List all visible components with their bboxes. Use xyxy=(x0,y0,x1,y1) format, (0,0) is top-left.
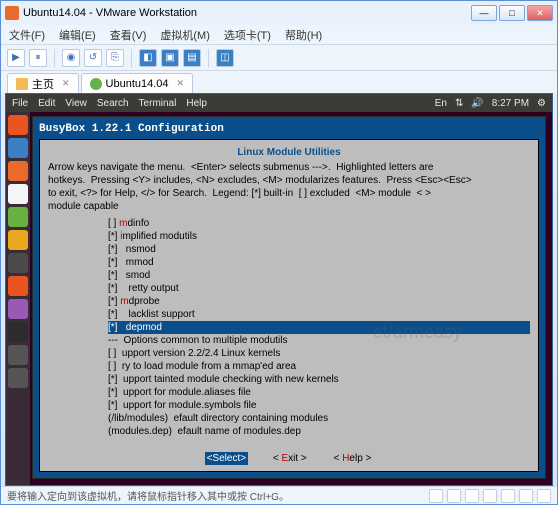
gear-icon[interactable]: ⚙ xyxy=(537,98,546,109)
menu-vm[interactable]: 虚拟机(M) xyxy=(160,27,210,43)
config-item[interactable]: [*] smod xyxy=(108,269,530,282)
launcher-item-9[interactable] xyxy=(8,322,28,342)
launcher-item-1[interactable] xyxy=(8,138,28,158)
unity-icon[interactable]: ◧ xyxy=(139,49,157,67)
thumbnail-icon[interactable]: ◫ xyxy=(216,49,234,67)
tab-label: 主页 xyxy=(32,76,54,92)
config-item[interactable]: [*] mdprobe xyxy=(108,295,530,308)
tab-ubuntu[interactable]: Ubuntu14.04 ✕ xyxy=(81,73,194,93)
device-hdd-icon[interactable] xyxy=(429,489,443,503)
close-button[interactable]: ✕ xyxy=(527,5,553,21)
unity-launcher xyxy=(6,112,30,485)
menu-view[interactable]: 查看(V) xyxy=(110,27,147,43)
snapshot-icon[interactable]: ◉ xyxy=(62,49,80,67)
menu-edit[interactable]: 编辑(E) xyxy=(59,27,96,43)
launcher-item-7[interactable] xyxy=(8,276,28,296)
config-title: BusyBox 1.22.1 Configuration xyxy=(39,123,539,135)
gnome-menu-view[interactable]: View xyxy=(65,98,87,109)
menuconfig-box[interactable]: Linux Module Utilities Arrow keys naviga… xyxy=(39,139,539,472)
close-tab-icon[interactable]: ✕ xyxy=(177,78,185,89)
device-net-icon[interactable] xyxy=(465,489,479,503)
terminal-window: BusyBox 1.22.1 Configuration Linux Modul… xyxy=(32,116,546,479)
config-item[interactable]: [*] upport for module.aliases file xyxy=(108,386,530,399)
launcher-item-6[interactable] xyxy=(8,253,28,273)
config-item[interactable]: [*] upport tainted module checking with … xyxy=(108,373,530,386)
config-item[interactable]: (modules.dep) efault name of modules.dep xyxy=(108,425,530,438)
exit-button[interactable]: < Exit > xyxy=(271,452,309,465)
power-on-icon[interactable]: ▶ xyxy=(7,49,25,67)
close-tab-icon[interactable]: ✕ xyxy=(62,78,70,89)
ubuntu-icon xyxy=(90,78,102,90)
config-item[interactable]: [ ] ry to load module from a mmap'ed are… xyxy=(108,360,530,373)
home-icon xyxy=(16,78,28,90)
app-icon xyxy=(5,6,19,20)
suspend-icon[interactable]: ⏸ xyxy=(29,49,47,67)
config-item[interactable]: [*] upport for module.symbols file xyxy=(108,399,530,412)
menu-help[interactable]: 帮助(H) xyxy=(285,27,322,43)
window-toolbar: ▶ ⏸ ◉ ↺ ⎘ ◧ ▣ ▤ ◫ xyxy=(1,45,557,71)
vm-display[interactable]: File Edit View Search Terminal Help En ⇅… xyxy=(5,93,553,486)
config-item[interactable]: [ ] upport version 2.2/2.4 Linux kernels xyxy=(108,347,530,360)
launcher-item-11[interactable] xyxy=(8,368,28,388)
menu-file[interactable]: 文件(F) xyxy=(9,27,45,43)
select-button[interactable]: <Select> xyxy=(205,452,248,465)
sound-icon[interactable]: 🔊 xyxy=(471,98,483,109)
status-text: 要将输入定向到该虚拟机，请将鼠标指针移入其中或按 Ctrl+G。 xyxy=(7,488,289,503)
network-icon[interactable]: ⇅ xyxy=(455,98,463,109)
minimize-button[interactable]: — xyxy=(471,5,497,21)
device-sound-icon[interactable] xyxy=(501,489,515,503)
gnome-menu-edit[interactable]: Edit xyxy=(38,98,55,109)
config-item[interactable]: [*] implified modutils xyxy=(108,230,530,243)
manage-icon[interactable]: ⎘ xyxy=(106,49,124,67)
vm-tabbar: 主页 ✕ Ubuntu14.04 ✕ xyxy=(1,71,557,93)
config-item[interactable]: (/lib/modules) efault directory containi… xyxy=(108,412,530,425)
config-item[interactable]: [*] depmod xyxy=(108,321,530,334)
menu-tabs[interactable]: 选项卡(T) xyxy=(224,27,271,43)
device-display-icon[interactable] xyxy=(537,489,551,503)
config-item[interactable]: [*] lacklist support xyxy=(108,308,530,321)
ubuntu-topbar: File Edit View Search Terminal Help En ⇅… xyxy=(6,94,552,112)
lang-indicator[interactable]: En xyxy=(435,98,447,109)
gnome-menu-search[interactable]: Search xyxy=(97,98,129,109)
device-cd-icon[interactable] xyxy=(447,489,461,503)
config-help: Arrow keys navigate the menu. <Enter> se… xyxy=(48,161,530,213)
launcher-item-5[interactable] xyxy=(8,230,28,250)
config-item[interactable]: [*] mmod xyxy=(108,256,530,269)
fullscreen-icon[interactable]: ▣ xyxy=(161,49,179,67)
help-button[interactable]: < Help > xyxy=(332,452,374,465)
console-icon[interactable]: ▤ xyxy=(183,49,201,67)
launcher-item-4[interactable] xyxy=(8,207,28,227)
config-item[interactable]: [*] retty output xyxy=(108,282,530,295)
revert-icon[interactable]: ↺ xyxy=(84,49,102,67)
config-menu-list[interactable]: [ ] mdinfo[*] implified modutils[*] nsmo… xyxy=(108,217,530,438)
tab-home[interactable]: 主页 ✕ xyxy=(7,73,79,93)
launcher-item-2[interactable] xyxy=(8,161,28,181)
tab-label: Ubuntu14.04 xyxy=(106,78,169,90)
config-item[interactable]: --- Options common to multiple modutils xyxy=(108,334,530,347)
launcher-item-10[interactable] xyxy=(8,345,28,365)
gnome-menu-terminal[interactable]: Terminal xyxy=(139,98,177,109)
window-titlebar: Ubuntu14.04 - VMware Workstation — □ ✕ xyxy=(1,1,557,25)
config-buttons: <Select> < Exit > < Help > xyxy=(48,444,530,465)
launcher-item-8[interactable] xyxy=(8,299,28,319)
device-usb-icon[interactable] xyxy=(483,489,497,503)
window-title: Ubuntu14.04 - VMware Workstation xyxy=(23,7,471,19)
launcher-item-3[interactable] xyxy=(8,184,28,204)
config-item[interactable]: [ ] mdinfo xyxy=(108,217,530,230)
config-item[interactable]: [*] nsmod xyxy=(108,243,530,256)
gnome-menu-file[interactable]: File xyxy=(12,98,28,109)
config-section: Linux Module Utilities xyxy=(48,146,530,159)
gnome-menu-help[interactable]: Help xyxy=(186,98,207,109)
window-menubar: 文件(F) 编辑(E) 查看(V) 虚拟机(M) 选项卡(T) 帮助(H) xyxy=(1,25,557,45)
launcher-item-0[interactable] xyxy=(8,115,28,135)
clock[interactable]: 8:27 PM xyxy=(492,98,529,109)
vmware-statusbar: 要将输入定向到该虚拟机，请将鼠标指针移入其中或按 Ctrl+G。 xyxy=(1,486,557,504)
device-printer-icon[interactable] xyxy=(519,489,533,503)
maximize-button[interactable]: □ xyxy=(499,5,525,21)
